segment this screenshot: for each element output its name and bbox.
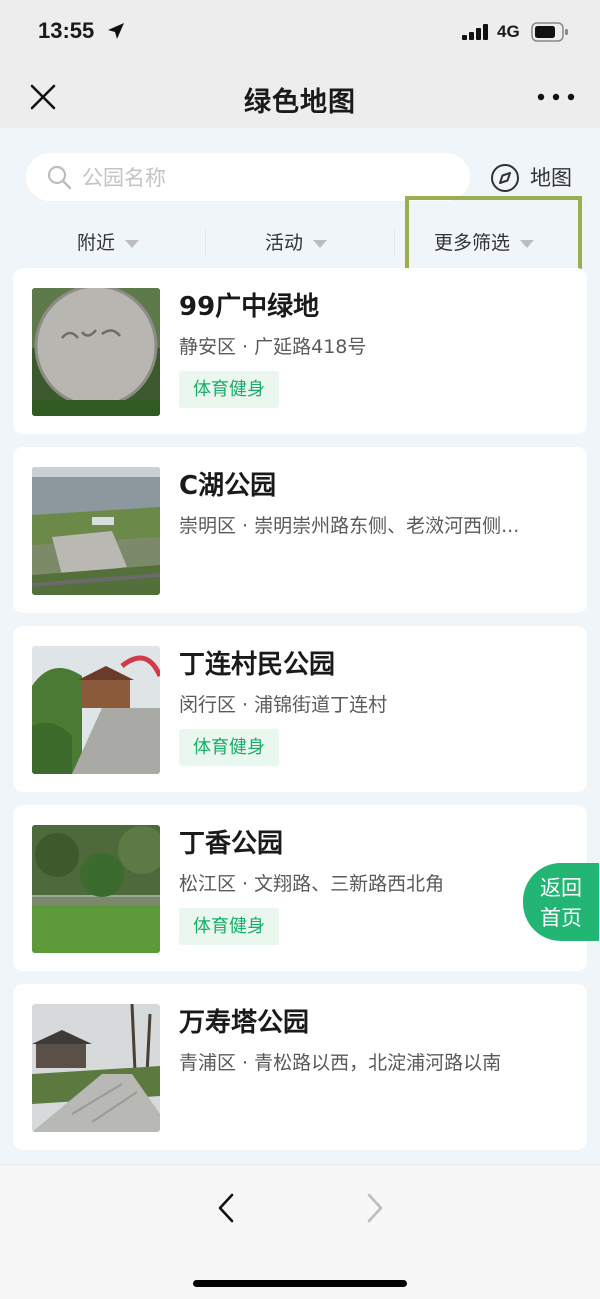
- park-card[interactable]: C湖公园 崇明区 · 崇明崇州路东侧、老滧河西侧...: [13, 447, 587, 613]
- park-card[interactable]: 99广中绿地 静安区 · 广延路418号 体育健身: [13, 268, 587, 434]
- filter-divider: [394, 230, 395, 256]
- status-bar: 13:55 4G: [0, 0, 600, 64]
- dropdown-triangle-icon: [313, 239, 328, 248]
- search-icon: [47, 165, 72, 190]
- park-address: 松江区 · 文翔路、三新路西北角: [179, 873, 445, 895]
- location-arrow-icon: [108, 23, 124, 39]
- battery-icon: [531, 22, 568, 42]
- status-time: 13:55: [38, 18, 95, 43]
- filter-divider: [205, 230, 206, 256]
- signal-icon: [462, 24, 488, 40]
- forward-chevron-icon[interactable]: [357, 1191, 391, 1225]
- park-name: C湖公园: [179, 471, 277, 501]
- park-thumbnail: [32, 825, 160, 953]
- filter-activity[interactable]: 活动: [265, 228, 328, 258]
- park-thumbnail: [32, 1004, 160, 1132]
- compass-icon: [491, 164, 519, 192]
- search-input[interactable]: [80, 153, 454, 203]
- filter-more[interactable]: 更多筛选: [434, 228, 535, 258]
- category-tag: 体育健身: [179, 371, 279, 408]
- back-chevron-icon[interactable]: [210, 1191, 244, 1225]
- filter-nearby[interactable]: 附近: [77, 228, 140, 258]
- return-home-button[interactable]: 返回 首页: [523, 863, 599, 941]
- bottom-nav-bar: [0, 1164, 600, 1299]
- home-indicator: [193, 1280, 407, 1287]
- park-address: 静安区 · 广延路418号: [179, 336, 367, 358]
- map-button-label: 地图: [530, 166, 572, 190]
- park-name: 丁连村民公园: [179, 650, 336, 680]
- dropdown-triangle-icon: [520, 239, 535, 248]
- park-thumbnail: [32, 467, 160, 595]
- park-name: 99广中绿地: [179, 292, 320, 322]
- page-title: 绿色地图: [244, 87, 356, 118]
- park-thumbnail: [32, 646, 160, 774]
- nav-bar: 绿色地图: [0, 64, 600, 128]
- category-tag: 体育健身: [179, 729, 279, 766]
- park-card[interactable]: 丁香公园 松江区 · 文翔路、三新路西北角 体育健身: [13, 805, 587, 971]
- network-type: 4G: [497, 22, 520, 41]
- category-tag: 体育健身: [179, 908, 279, 945]
- park-address: 闵行区 · 浦锦街道丁连村: [179, 694, 388, 716]
- park-thumbnail: [32, 288, 160, 416]
- dropdown-triangle-icon: [125, 239, 140, 248]
- park-name: 万寿塔公园: [179, 1008, 310, 1038]
- park-address: 青浦区 · 青松路以西，北淀浦河路以南: [179, 1052, 502, 1074]
- filter-label: 更多筛选: [434, 232, 511, 254]
- park-name: 丁香公园: [179, 829, 284, 859]
- more-icon[interactable]: [536, 92, 576, 102]
- park-card[interactable]: 丁连村民公园 闵行区 · 浦锦街道丁连村 体育健身: [13, 626, 587, 792]
- park-card[interactable]: 万寿塔公园 青浦区 · 青松路以西，北淀浦河路以南: [13, 984, 587, 1150]
- filter-label: 活动: [265, 232, 304, 254]
- search-box[interactable]: [26, 153, 470, 203]
- return-home-line2: 首页: [540, 906, 582, 930]
- filter-label: 附近: [77, 232, 116, 254]
- return-home-line1: 返回: [540, 876, 582, 900]
- park-address: 崇明区 · 崇明崇州路东侧、老滧河西侧...: [179, 515, 520, 537]
